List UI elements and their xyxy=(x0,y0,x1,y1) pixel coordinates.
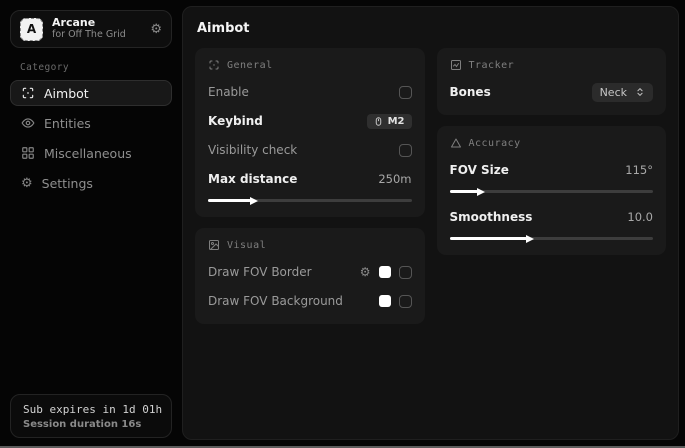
app-logo: A xyxy=(20,18,43,41)
chevrons-up-down-icon xyxy=(635,87,645,97)
general-card: General Enable Keybind M2 xyxy=(195,48,425,217)
grid-icon xyxy=(21,146,35,160)
fov-border-gear-icon[interactable]: ⚙ xyxy=(360,266,371,278)
bones-row: Bones Neck xyxy=(450,82,654,102)
app-name: Arcane xyxy=(52,17,141,30)
general-card-title: General xyxy=(227,60,273,71)
fov-size-slider[interactable] xyxy=(450,187,654,195)
keybind-label: Keybind xyxy=(208,114,263,128)
keybind-button[interactable]: M2 xyxy=(367,114,412,129)
accuracy-card-title: Accuracy xyxy=(469,138,521,149)
page-title: Aimbot xyxy=(183,7,678,48)
sidebar: A Arcane for Off The Grid ⚙ Category Aim… xyxy=(0,0,182,446)
sidebar-item-label: Miscellaneous xyxy=(44,146,132,161)
sidebar-item-label: Entities xyxy=(44,116,91,131)
sub-expiry-text: Sub expires in 1d 01h xyxy=(23,403,159,416)
app-logo-card: A Arcane for Off The Grid ⚙ xyxy=(10,10,172,48)
visual-card-title: Visual xyxy=(227,240,266,251)
visual-card: Visual Draw FOV Border ⚙ Draw FOV Backgr… xyxy=(195,228,425,324)
bones-selected-value: Neck xyxy=(600,86,627,99)
main-panel: Aimbot General Enable xyxy=(182,6,679,440)
smoothness-label: Smoothness xyxy=(450,210,533,224)
fov-size-row: FOV Size 115° xyxy=(450,160,654,180)
draw-fov-border-checkbox[interactable] xyxy=(399,266,412,279)
fov-size-label: FOV Size xyxy=(450,163,509,177)
slider-thumb[interactable] xyxy=(250,197,258,205)
app-logo-letter: A xyxy=(27,22,36,36)
category-label: Category xyxy=(20,62,172,73)
draw-fov-border-label: Draw FOV Border xyxy=(208,265,312,279)
visibility-check-row: Visibility check xyxy=(208,140,412,160)
settings-gear-icon[interactable]: ⚙ xyxy=(150,22,162,37)
mouse-icon xyxy=(374,116,383,127)
visual-image-icon xyxy=(208,239,220,251)
max-distance-value: 250m xyxy=(378,172,411,186)
bones-select[interactable]: Neck xyxy=(592,83,653,102)
entities-eye-icon xyxy=(21,116,35,130)
sidebar-item-label: Settings xyxy=(42,176,93,191)
session-duration-text: Session duration 16s xyxy=(23,419,159,430)
fov-background-color-swatch[interactable] xyxy=(379,295,391,307)
draw-fov-border-row: Draw FOV Border ⚙ xyxy=(208,262,412,282)
max-distance-label: Max distance xyxy=(208,172,297,186)
sidebar-item-miscellaneous[interactable]: Miscellaneous xyxy=(10,140,172,166)
bones-label: Bones xyxy=(450,85,491,99)
sidebar-item-entities[interactable]: Entities xyxy=(10,110,172,136)
accuracy-card: Accuracy FOV Size 115° Smoothness 10.0 xyxy=(437,126,667,255)
max-distance-row: Max distance 250m xyxy=(208,169,412,189)
smoothness-value: 10.0 xyxy=(627,210,653,224)
max-distance-slider[interactable] xyxy=(208,196,412,204)
smoothness-slider[interactable] xyxy=(450,234,654,242)
session-info-box: Sub expires in 1d 01h Session duration 1… xyxy=(10,394,172,438)
draw-fov-background-label: Draw FOV Background xyxy=(208,294,343,308)
enable-checkbox[interactable] xyxy=(399,86,412,99)
draw-fov-background-row: Draw FOV Background xyxy=(208,291,412,311)
gear-icon: ⚙ xyxy=(21,176,33,191)
keybind-value: M2 xyxy=(388,116,405,127)
crosshair-icon xyxy=(21,86,35,100)
sidebar-item-aimbot[interactable]: Aimbot xyxy=(10,80,172,106)
general-crosshair-icon xyxy=(208,59,220,71)
fov-size-value: 115° xyxy=(625,163,653,177)
visibility-check-checkbox[interactable] xyxy=(399,144,412,157)
sidebar-item-settings[interactable]: ⚙ Settings xyxy=(10,170,172,196)
slider-thumb[interactable] xyxy=(477,188,485,196)
sidebar-item-label: Aimbot xyxy=(44,86,89,101)
enable-label: Enable xyxy=(208,85,249,99)
accuracy-angle-icon xyxy=(450,137,462,149)
tracker-card: Tracker Bones Neck xyxy=(437,48,667,115)
draw-fov-background-checkbox[interactable] xyxy=(399,295,412,308)
slider-thumb[interactable] xyxy=(526,235,534,243)
app-subtitle: for Off The Grid xyxy=(52,30,141,41)
visibility-check-label: Visibility check xyxy=(208,143,297,157)
keybind-row: Keybind M2 xyxy=(208,111,412,131)
tracker-activity-icon xyxy=(450,59,462,71)
enable-row: Enable xyxy=(208,82,412,102)
tracker-card-title: Tracker xyxy=(469,60,515,71)
smoothness-row: Smoothness 10.0 xyxy=(450,207,654,227)
fov-border-color-swatch[interactable] xyxy=(379,266,391,278)
